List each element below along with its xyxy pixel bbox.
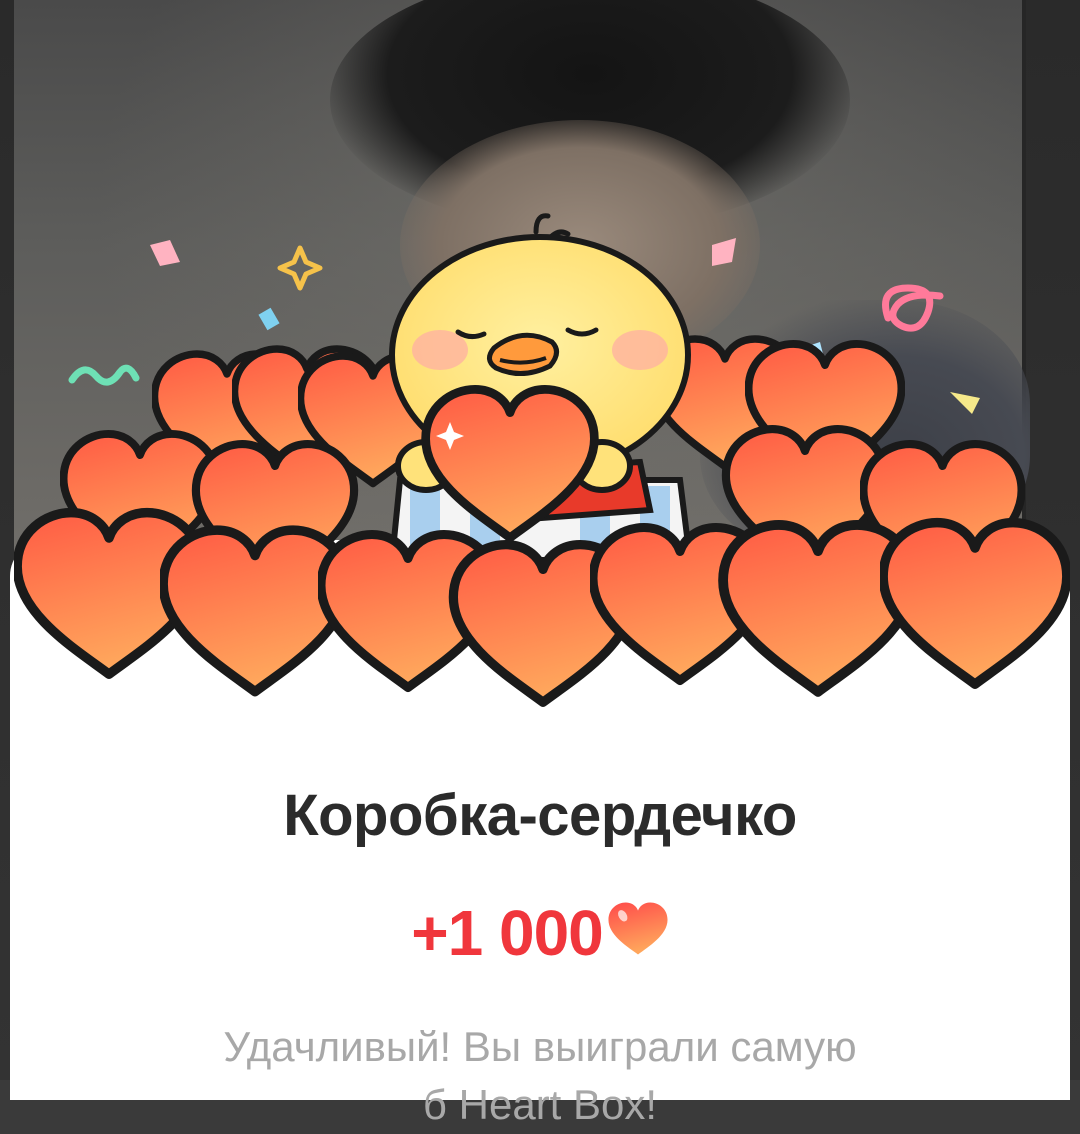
reward-description-line1: Удачливый! Вы выиграли самую <box>223 1023 857 1070</box>
reward-description: Удачливый! Вы выиграли самую б Heart Box… <box>0 1018 1080 1134</box>
heart-icon <box>607 898 669 972</box>
reward-description-line2: б Heart Box! <box>422 1081 658 1128</box>
reward-title: Коробка-сердечко <box>283 783 797 848</box>
reward-amount-row: +1 000 <box>0 896 1080 972</box>
heart-box-illustration <box>0 213 1080 720</box>
reward-amount: +1 000 <box>411 897 604 969</box>
